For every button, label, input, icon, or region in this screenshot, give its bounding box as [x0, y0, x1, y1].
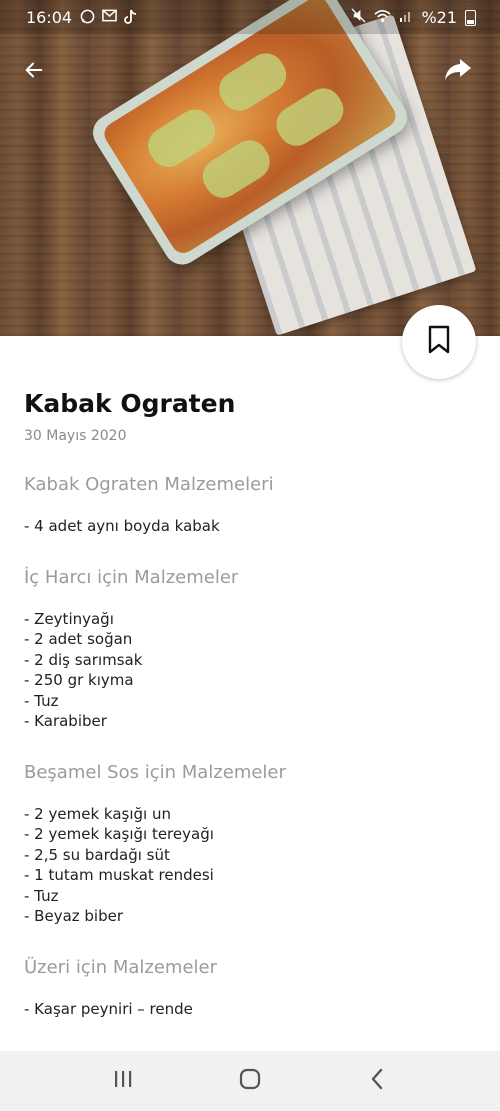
signal-icon [399, 8, 413, 27]
share-button[interactable] [440, 54, 476, 90]
recipe-date: 30 Mayıs 2020 [24, 428, 127, 444]
list-item: - Tuz [24, 691, 59, 710]
list-item: - Tuz [24, 886, 59, 905]
ingredient-list: - 4 adet aynı boyda kabak [24, 516, 474, 537]
ingredient-list: - 2 yemek kaşığı un - 2 yemek kaşığı ter… [24, 804, 474, 927]
list-item: - 2 adet soğan [24, 630, 133, 648]
recipe-hero-image [0, 0, 500, 336]
gmail-icon [102, 9, 117, 28]
list-item: - 2,5 su bardağı süt [24, 845, 170, 864]
ingredient-list: - Zeytinyağı - 2 adet soğan - 2 diş sarı… [24, 609, 474, 732]
battery-text: %21 [421, 8, 457, 27]
home-icon [239, 1068, 261, 1094]
wifi-icon [374, 8, 392, 27]
back-icon [370, 1068, 384, 1094]
status-bar: 16:04 %21 [0, 0, 500, 34]
list-item: - Zeytinyağı [24, 609, 114, 628]
section-heading: Üzeri için Malzemeler [24, 956, 218, 978]
list-item: - Kaşar peyniri – rende [24, 999, 193, 1018]
list-item: - Karabiber [24, 712, 107, 730]
section-heading: İç Harcı için Malzemeler [24, 566, 239, 588]
section-heading: Beşamel Sos için Malzemeler [24, 761, 286, 783]
list-item: - Beyaz biber [24, 907, 124, 925]
list-item: - 250 gr kıyma [24, 671, 134, 689]
recipe-content: Kabak Ograten 30 Mayıs 2020 Kabak Ograte… [24, 386, 474, 1019]
recent-apps-icon [113, 1070, 133, 1092]
section-heading: Kabak Ograten Malzemeleri [24, 474, 274, 495]
ingredient-list: - Kaşar peyniri – rende [24, 999, 474, 1020]
back-button[interactable] [16, 54, 52, 90]
share-icon [443, 57, 473, 87]
home-button[interactable] [226, 1057, 274, 1105]
recent-apps-button[interactable] [99, 1057, 147, 1105]
status-time: 16:04 [26, 8, 73, 27]
arrow-left-icon [23, 59, 45, 85]
list-item: - 2 yemek kaşığı un [24, 804, 171, 823]
battery-icon [465, 9, 476, 26]
system-nav-bar [0, 1051, 500, 1111]
list-item: - 4 adet aynı boyda kabak [24, 517, 220, 535]
bookmark-icon [427, 325, 451, 359]
mute-icon [351, 8, 366, 27]
list-item: - 1 tutam muskat rendesi [24, 866, 214, 884]
list-item: - 2 yemek kaşığı tereyağı [24, 825, 214, 843]
whatsapp-icon [80, 9, 95, 28]
system-back-button[interactable] [353, 1057, 401, 1105]
recipe-title: Kabak Ograten [24, 389, 236, 418]
list-item: - 2 diş sarımsak [24, 650, 143, 669]
tiktok-icon [124, 9, 137, 28]
bookmark-button[interactable] [402, 305, 476, 379]
